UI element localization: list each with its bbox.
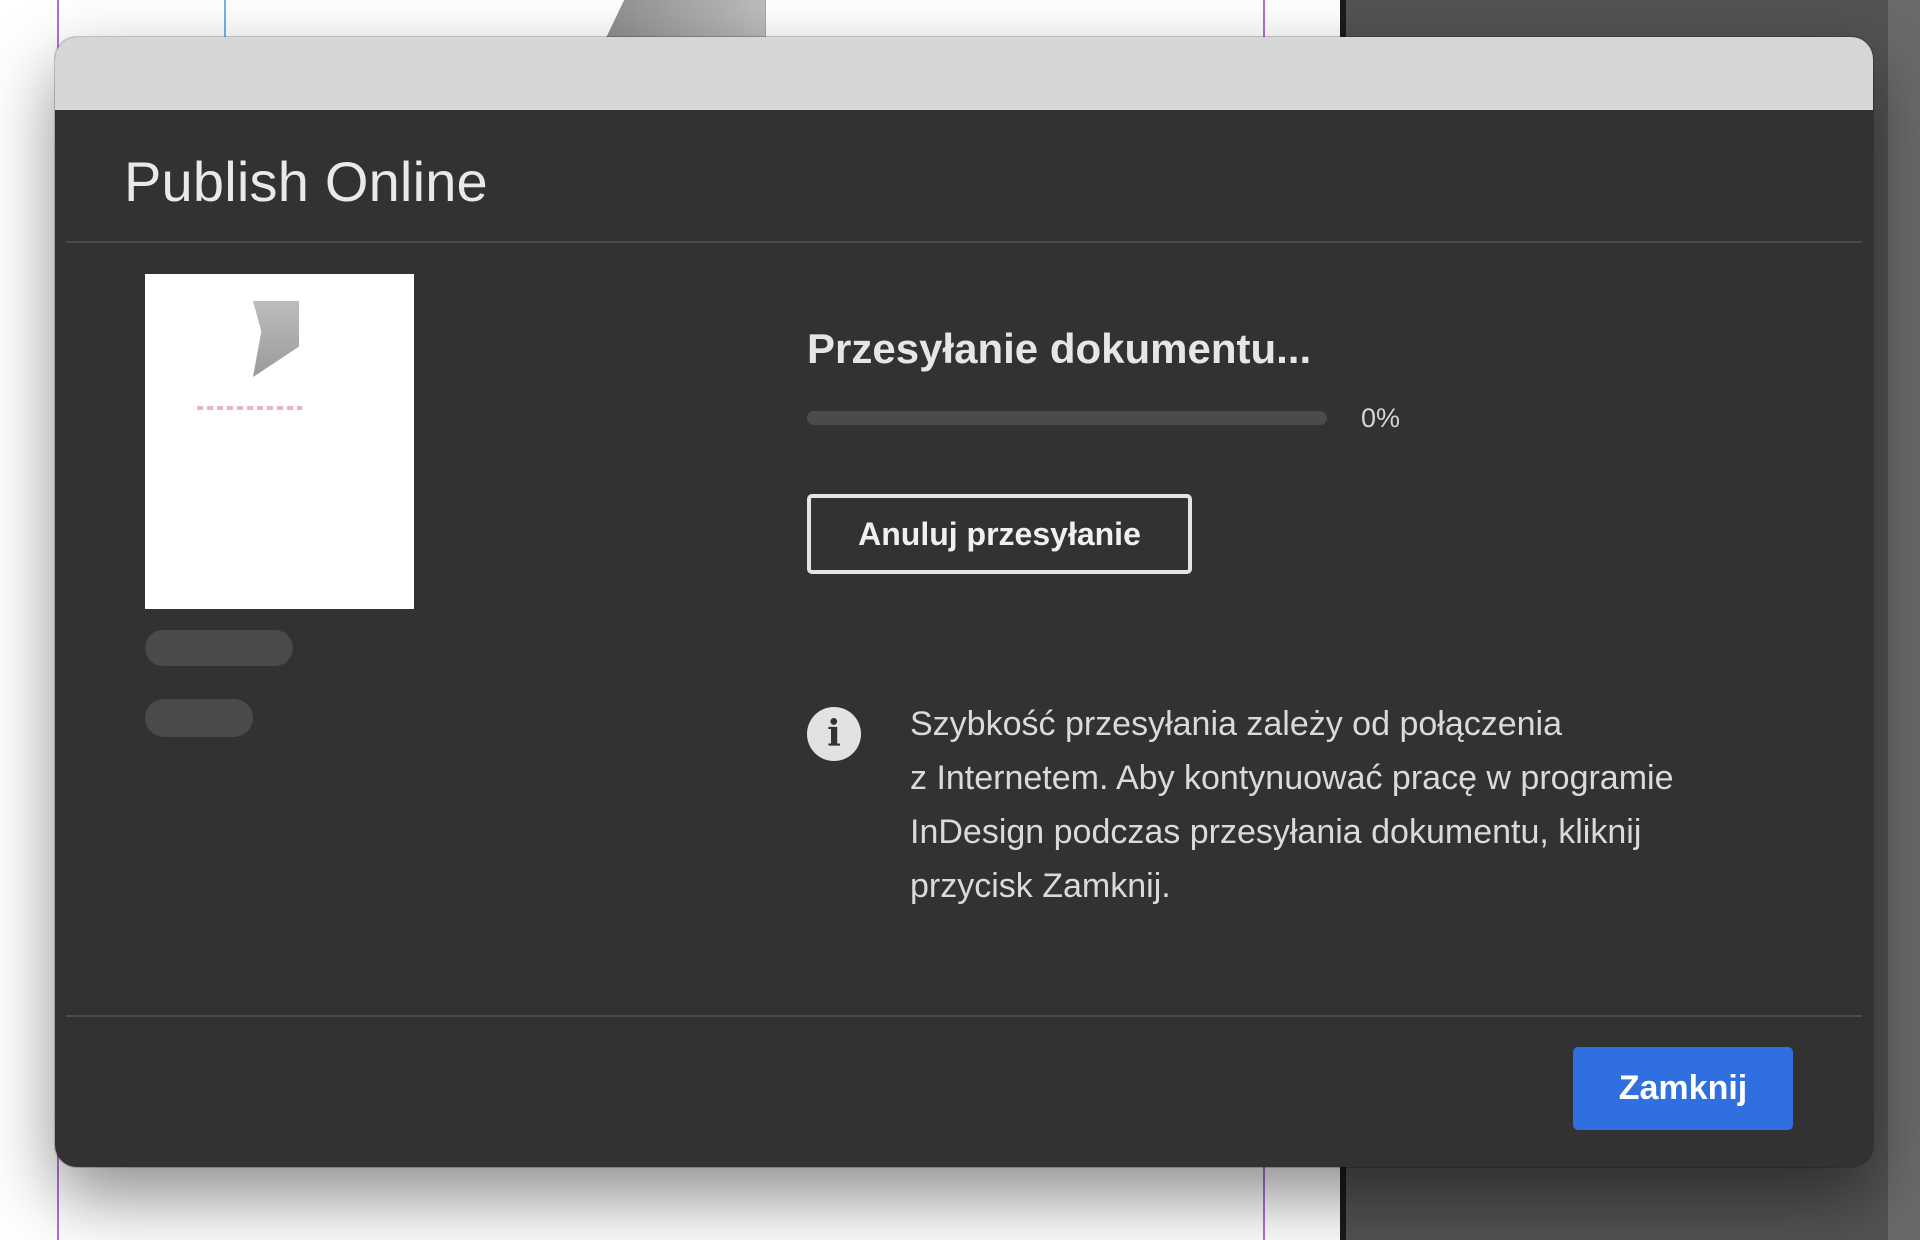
footer-divider [66, 1015, 1862, 1017]
scrollbar-rail[interactable] [1888, 0, 1920, 1240]
close-button[interactable]: Zamknij [1573, 1047, 1793, 1130]
progress-percent: 0% [1361, 403, 1401, 433]
info-message: Szybkość przesyłania zależy od połączeni… [910, 697, 1810, 913]
cancel-upload-button[interactable]: Anuluj przesyłanie [807, 494, 1192, 574]
column-guide [224, 0, 226, 40]
preview-graphic [253, 301, 299, 377]
upload-progress-bar [807, 411, 1327, 425]
upload-status-heading: Przesyłanie dokumentu... [807, 325, 1312, 372]
header-divider [66, 241, 1862, 243]
document-preview [145, 274, 414, 609]
dialog-title: Publish Online [124, 150, 488, 213]
info-line: przycisk Zamknij. [910, 867, 1171, 905]
info-line: InDesign podczas przesyłania dokumentu, … [910, 813, 1642, 851]
info-line: z Internetem. Aby kontynuować pracę w pr… [910, 759, 1674, 797]
title-placeholder [145, 630, 293, 666]
dialog-titlebar[interactable] [55, 37, 1873, 110]
info-line: Szybkość przesyłania zależy od połączeni… [910, 705, 1563, 743]
info-icon: i [807, 707, 861, 761]
publish-online-dialog: Publish Online Przesyłanie dokumentu... … [55, 37, 1873, 1167]
description-placeholder [145, 699, 253, 737]
preview-text-line [197, 406, 302, 410]
canvas-graphic [605, 0, 765, 40]
